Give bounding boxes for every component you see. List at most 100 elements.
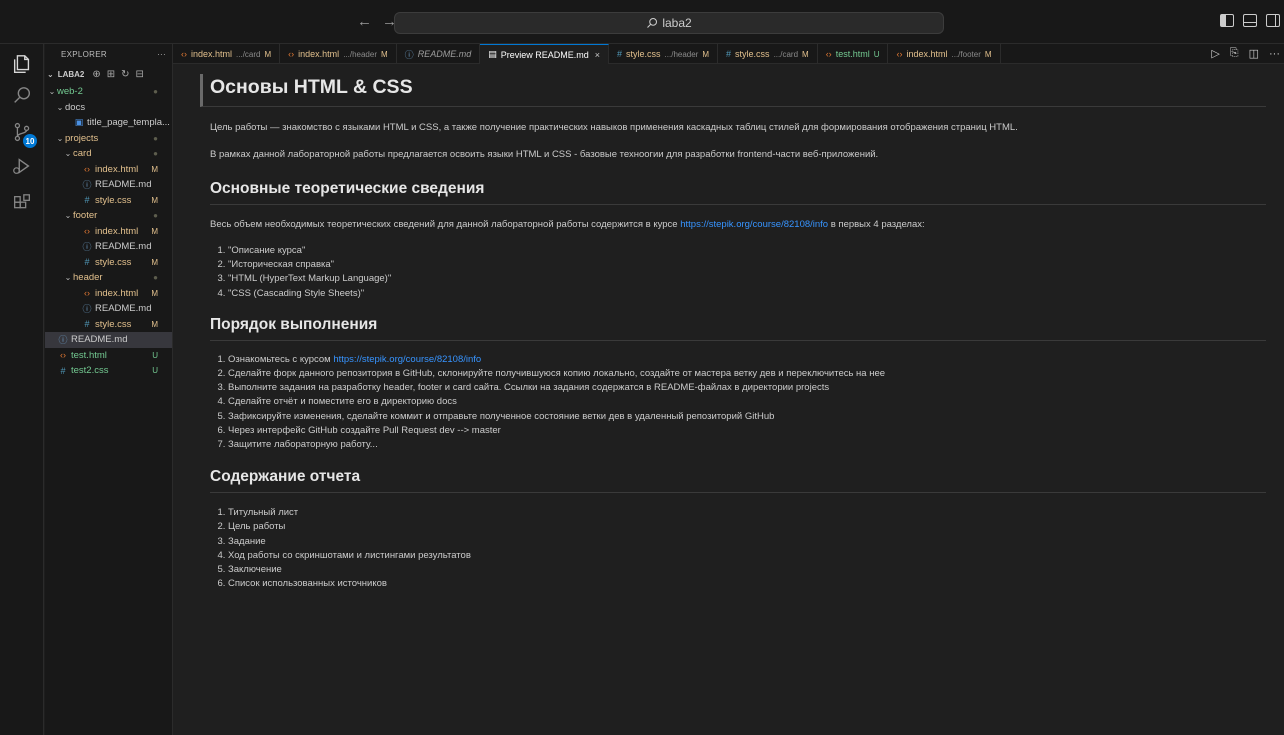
list-item: Список использованных источников bbox=[228, 577, 1266, 591]
html-file-icon: ‹› bbox=[84, 226, 90, 237]
run-icon[interactable]: ▷ bbox=[1211, 47, 1219, 60]
tree-folder[interactable]: ⌄ projects ● bbox=[45, 131, 172, 147]
tree-file[interactable]: # test2.css U bbox=[45, 363, 172, 379]
list-item: Ход работы со скриншотами и листингами р… bbox=[228, 549, 1266, 563]
html-file-icon: ‹› bbox=[181, 49, 187, 59]
tab-status: M bbox=[381, 49, 388, 59]
back-arrow-icon[interactable]: ← bbox=[357, 13, 372, 30]
report-list: Титульный листЦель работыЗаданиеХод рабо… bbox=[210, 506, 1266, 591]
git-status-badge: ● bbox=[153, 133, 158, 143]
tree-file[interactable]: # style.css M bbox=[45, 255, 172, 271]
tree-file[interactable]: ‹› index.html M bbox=[45, 224, 172, 240]
heading-order: Порядок выполнения bbox=[210, 315, 1266, 341]
tree-item-label: style.css bbox=[95, 194, 132, 206]
git-status-badge: M bbox=[151, 319, 158, 329]
tree-folder[interactable]: ⌄ card ● bbox=[45, 146, 172, 162]
list-item: Задание bbox=[228, 535, 1266, 549]
navigation-arrows: ← → bbox=[357, 13, 397, 30]
tree-folder[interactable]: ⌄ docs bbox=[45, 100, 172, 116]
css-file-icon: # bbox=[726, 49, 732, 59]
tree-file[interactable]: ▣ title_page_templa... bbox=[45, 115, 172, 131]
list-item: Заключение bbox=[228, 563, 1266, 577]
tree-file[interactable]: ‹› index.html M bbox=[45, 162, 172, 178]
tree-folder[interactable]: ⌄ web-2 ● bbox=[45, 84, 172, 100]
explorer-tools: ⊕ ⊞ ↻ ⊟ bbox=[92, 69, 144, 80]
preview-icon: ▤ bbox=[488, 49, 497, 59]
info-file-icon: ⓘ bbox=[82, 180, 92, 191]
tree-file[interactable]: ⓘ README.md bbox=[45, 239, 172, 255]
list-item: Ознакомьтесь с курсом https://stepik.org… bbox=[228, 353, 1266, 367]
tree-item-label: README.md bbox=[95, 241, 152, 253]
heading-report: Содержание отчета bbox=[210, 467, 1266, 494]
css-file-icon: # bbox=[617, 49, 623, 59]
refresh-icon[interactable]: ↻ bbox=[121, 69, 129, 80]
tab-status: M bbox=[264, 49, 272, 59]
source-control-icon[interactable]: 10 bbox=[10, 120, 37, 148]
tab-label: style.css bbox=[626, 49, 661, 59]
split-editor-icon[interactable]: ⎘ bbox=[1230, 47, 1239, 60]
tree-folder[interactable]: ⌄ header ● bbox=[45, 270, 172, 286]
editor-tab[interactable]: ‹› test.html U bbox=[818, 44, 889, 64]
list-item: "CSS (Cascading Style Sheets)" bbox=[228, 287, 1266, 301]
tree-file[interactable]: ‹› test.html U bbox=[45, 348, 172, 364]
tab-status: M bbox=[802, 49, 809, 59]
order-list: Ознакомьтесь с курсом https://stepik.org… bbox=[210, 353, 1266, 452]
tree-file[interactable]: ‹› index.html M bbox=[45, 286, 172, 302]
workspace-root[interactable]: ⌄ LABA2 ⊕ ⊞ ↻ ⊟ bbox=[45, 64, 172, 84]
list-item: Зафиксируйте изменения, сделайте коммит … bbox=[228, 410, 1266, 424]
editor-tab[interactable]: ▤ Preview README.md × bbox=[480, 44, 610, 64]
tree-item-label: style.css bbox=[95, 256, 132, 268]
explorer-icon[interactable] bbox=[10, 52, 34, 76]
editor-tab[interactable]: ‹› index.html .../header M bbox=[280, 44, 397, 64]
new-file-icon[interactable]: ⊕ bbox=[92, 69, 100, 80]
tree-item-label: index.html bbox=[95, 287, 139, 299]
chevron-down-icon: ⌄ bbox=[48, 87, 56, 97]
theory-text-before: Весь объем необходимых теоретических све… bbox=[210, 219, 681, 230]
command-center-search[interactable]: laba2 bbox=[394, 12, 944, 34]
command-center-label: laba2 bbox=[662, 16, 692, 30]
list-item: Сделайте форк данного репозитория в GitH… bbox=[228, 367, 1266, 381]
info-file-icon: ⓘ bbox=[82, 304, 92, 315]
info-file-icon: ⓘ bbox=[82, 242, 92, 253]
search-icon[interactable] bbox=[10, 84, 34, 108]
editor-tab[interactable]: ⓘ README.md bbox=[397, 44, 481, 64]
toggle-primary-sidebar-icon[interactable] bbox=[1220, 14, 1234, 27]
editor-tab[interactable]: ‹› index.html .../footer M bbox=[888, 44, 1001, 64]
tree-item-label: title_page_templa... bbox=[87, 117, 170, 129]
doc-paragraph-scope: В рамках данной лабораторной работы пред… bbox=[210, 149, 879, 160]
toggle-secondary-sidebar-icon[interactable] bbox=[1266, 14, 1280, 27]
editor-tab[interactable]: # style.css .../card M bbox=[718, 44, 818, 64]
html-file-icon: ‹› bbox=[825, 49, 832, 59]
new-folder-icon[interactable]: ⊞ bbox=[107, 69, 115, 80]
title-bar: ← → laba2 bbox=[0, 0, 1284, 44]
editor-tab[interactable]: # style.css .../header M bbox=[609, 44, 719, 64]
tree-file[interactable]: ⓘ README.md bbox=[45, 177, 172, 193]
toggle-layout-icon[interactable]: ◫ bbox=[1249, 47, 1259, 60]
stepik-course-link[interactable]: https://stepik.org/course/82108/info bbox=[680, 219, 828, 230]
run-debug-icon[interactable] bbox=[10, 154, 34, 178]
tree-file[interactable]: # style.css M bbox=[45, 193, 172, 209]
editor-tab[interactable]: ‹› index.html .../card M bbox=[173, 44, 281, 64]
git-status-badge: M bbox=[151, 164, 158, 174]
css-file-icon: # bbox=[60, 365, 66, 376]
toggle-panel-icon[interactable] bbox=[1243, 14, 1257, 27]
stepik-course-link[interactable]: https://stepik.org/course/82108/info bbox=[333, 354, 481, 365]
tree-item-label: docs bbox=[65, 101, 86, 113]
tree-folder[interactable]: ⌄ footer ● bbox=[45, 208, 172, 224]
list-item: Через интерфейс GitHub создайте Pull Req… bbox=[228, 424, 1266, 438]
collapse-all-icon[interactable]: ⊟ bbox=[136, 69, 144, 80]
close-icon[interactable]: × bbox=[595, 50, 600, 60]
tree-file[interactable]: ⓘ README.md bbox=[45, 301, 172, 317]
explorer-header: EXPLORER ··· bbox=[45, 44, 172, 64]
extensions-icon[interactable] bbox=[10, 192, 34, 216]
tree-file[interactable]: # style.css M bbox=[45, 317, 172, 333]
explorer-more-icon[interactable]: ··· bbox=[157, 50, 166, 59]
list-item: Титульный лист bbox=[228, 506, 1266, 520]
order-first-text: Ознакомьтесь с курсом bbox=[228, 353, 334, 365]
tab-path: .../header bbox=[664, 49, 699, 59]
html-file-icon: ‹› bbox=[60, 350, 66, 361]
more-actions-icon[interactable]: ··· bbox=[1269, 48, 1280, 60]
tree-file[interactable]: ⓘ README.md bbox=[45, 332, 172, 348]
chevron-down-icon: ⌄ bbox=[47, 69, 54, 79]
tab-path: .../card bbox=[773, 49, 799, 59]
